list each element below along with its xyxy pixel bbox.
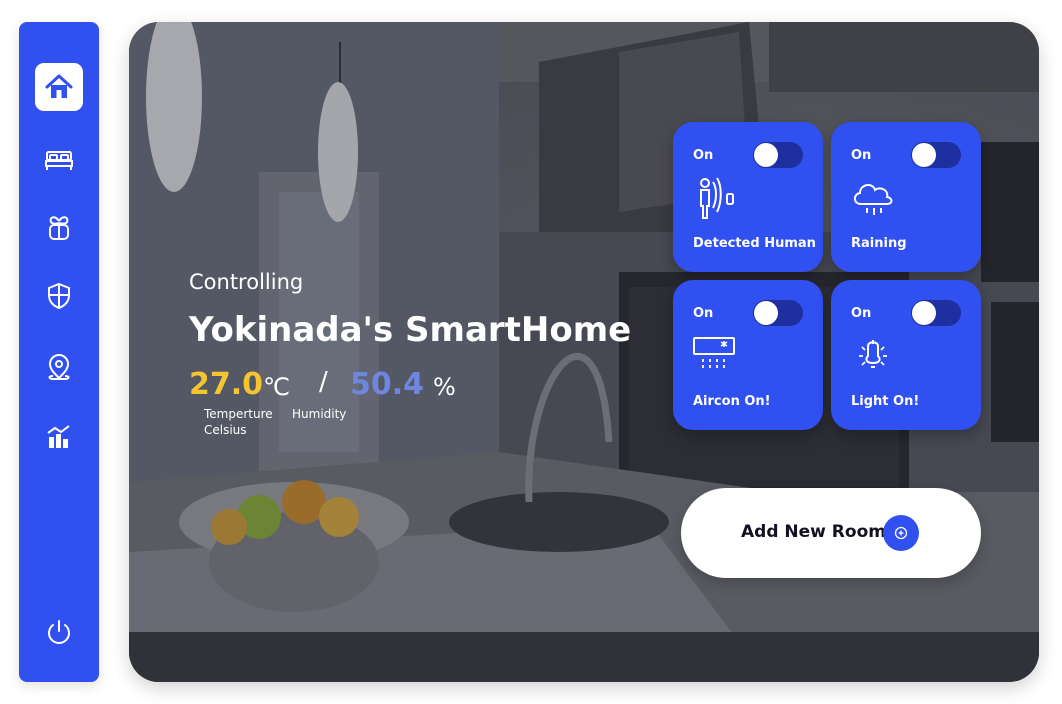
nav-security[interactable] [35, 272, 83, 320]
device-card-light[interactable]: On Light On! [831, 280, 981, 430]
nav-statistics[interactable] [35, 413, 83, 461]
device-name: Detected Human [693, 236, 816, 251]
device-name: Aircon On! [693, 394, 771, 409]
device-status: On [851, 306, 872, 321]
light-bulb-icon [859, 340, 887, 368]
toggle-knob [754, 301, 778, 325]
device-card-aircon[interactable]: On Aircon On! [673, 280, 823, 430]
hero-subtitle: Controlling [189, 270, 304, 294]
aircon-icon [693, 337, 735, 368]
power-icon [48, 620, 70, 644]
bed-icon [45, 151, 73, 170]
temperature-unit-label: Celsius [204, 423, 247, 437]
toggle-knob [912, 143, 936, 167]
home-icon [45, 74, 73, 98]
hero-panel: Controlling Yokinada's SmartHome 27.0 ℃ … [129, 22, 1039, 682]
add-room-label: Add New Room [741, 522, 886, 542]
stats-icon [47, 425, 70, 448]
temperature-unit: ℃ [263, 373, 290, 401]
gift-icon [49, 216, 69, 240]
device-toggle[interactable] [753, 300, 803, 326]
plus-circle-icon [894, 526, 908, 540]
smarthome-dashboard: Controlling Yokinada's SmartHome 27.0 ℃ … [0, 0, 1062, 704]
temperature-label: Temperture [204, 407, 273, 421]
device-toggle[interactable] [753, 142, 803, 168]
device-toggle[interactable] [911, 142, 961, 168]
device-card-human-detection[interactable]: On Detected Human [673, 122, 823, 272]
human-detection-icon [700, 177, 734, 219]
device-status: On [693, 306, 714, 321]
rain-cloud-icon [853, 184, 893, 215]
humidity-value: 50.4 [350, 367, 425, 402]
add-new-room-button[interactable]: Add New Room [681, 488, 981, 578]
device-card-rain[interactable]: On Raining [831, 122, 981, 272]
sidebar [19, 22, 99, 682]
nav-bedroom[interactable] [35, 136, 83, 184]
stats-separator: / [319, 367, 328, 397]
toggle-knob [754, 143, 778, 167]
nav-gifts[interactable] [35, 204, 83, 252]
toggle-knob [912, 301, 936, 325]
device-toggle[interactable] [911, 300, 961, 326]
humidity-unit: % [433, 373, 456, 401]
temperature-value: 27.0 [189, 367, 264, 402]
location-pin-icon [48, 354, 70, 380]
humidity-label: Humidity [292, 407, 347, 421]
nav-home[interactable] [35, 63, 83, 111]
device-name: Light On! [851, 394, 920, 409]
device-status: On [693, 148, 714, 163]
nav-location[interactable] [35, 343, 83, 391]
device-status: On [851, 148, 872, 163]
shield-icon [48, 282, 70, 310]
power-button[interactable] [35, 608, 83, 656]
home-title: Yokinada's SmartHome [189, 310, 632, 350]
add-room-icon-button[interactable] [883, 515, 919, 551]
device-name: Raining [851, 236, 907, 251]
